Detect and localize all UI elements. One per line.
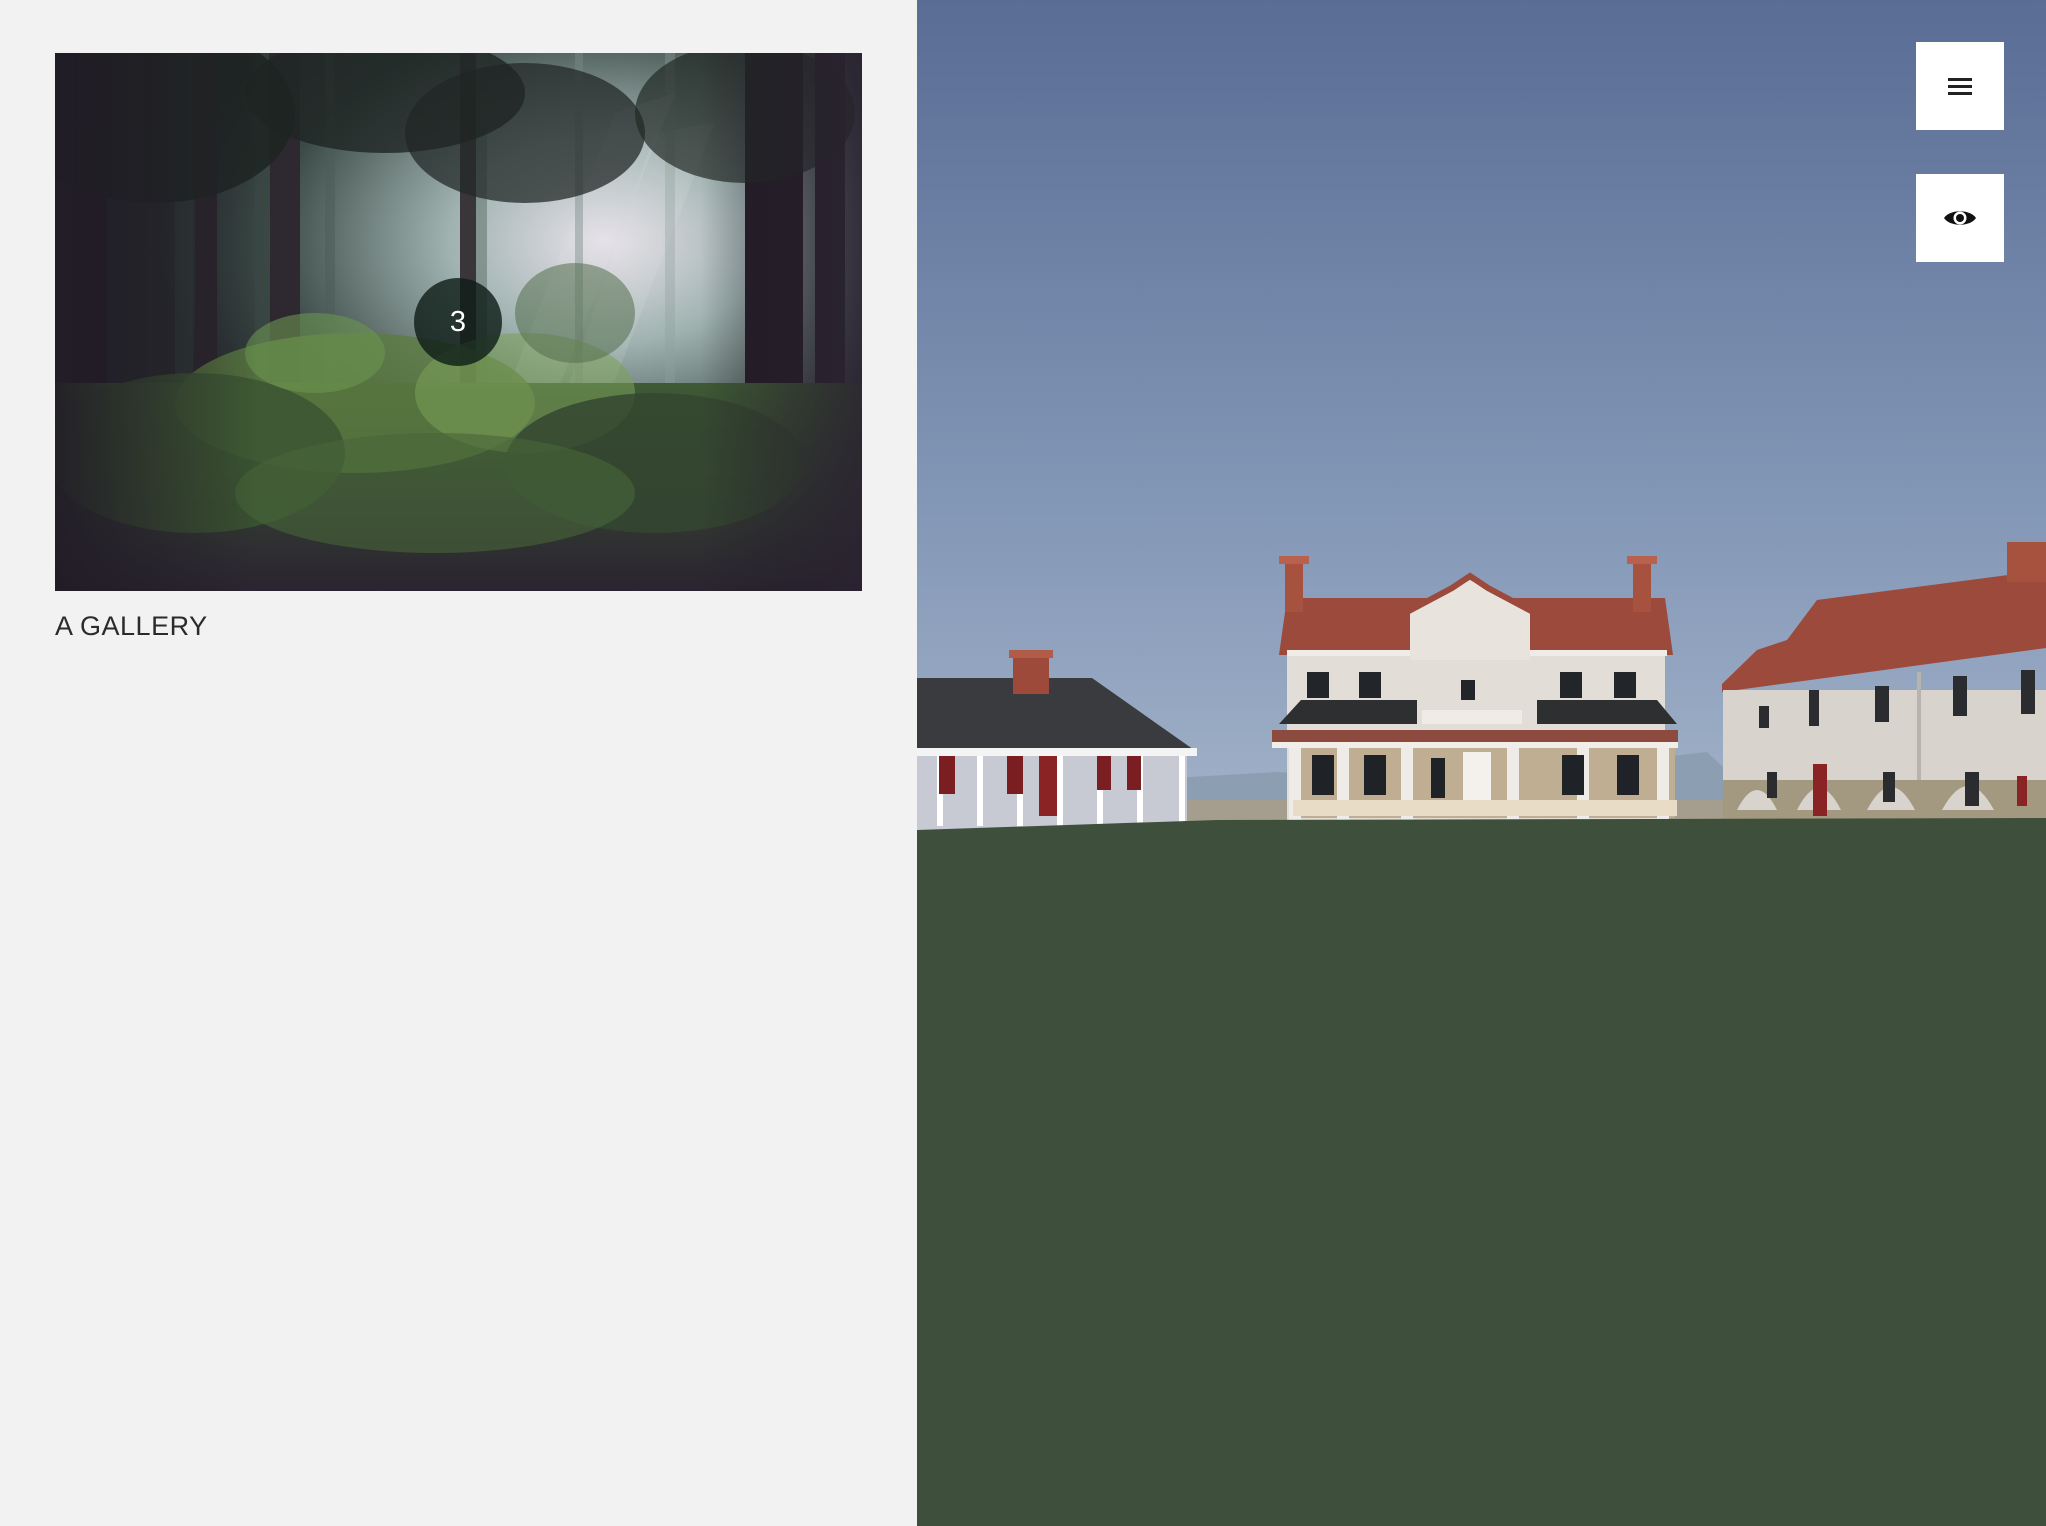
eye-icon <box>1944 211 1976 225</box>
hamburger-menu-icon <box>1948 78 1972 95</box>
3d-scene-viewport[interactable] <box>917 0 2046 1526</box>
menu-button[interactable] <box>1916 42 2004 130</box>
3d-building-scene <box>917 0 2046 1526</box>
gallery-panel: 3 A GALLERY <box>0 0 917 1526</box>
view-toggle-button[interactable] <box>1916 174 2004 262</box>
gallery-card[interactable]: 3 A GALLERY <box>55 53 862 642</box>
gallery-title[interactable]: A GALLERY <box>55 611 862 642</box>
item-count-badge: 3 <box>414 278 502 366</box>
gallery-thumbnail[interactable]: 3 <box>55 53 862 591</box>
